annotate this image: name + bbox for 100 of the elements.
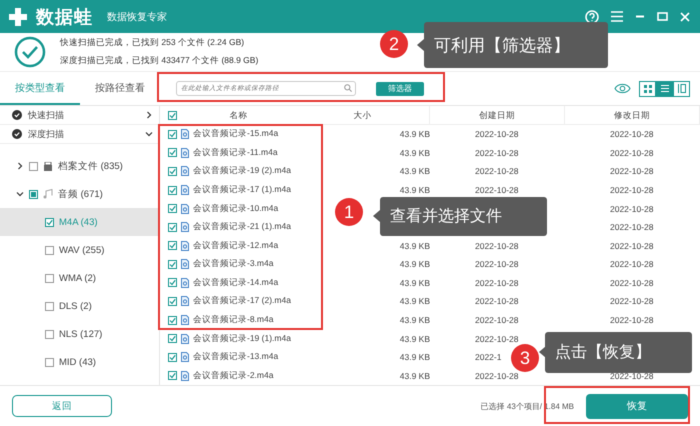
checkbox[interactable] <box>168 241 177 250</box>
app-logo-text: 数据蛙 <box>36 6 93 28</box>
scan-summary-text: 快速扫描已完成，已找到 253 个文件 (2.24 GB) <box>60 37 246 49</box>
checkbox[interactable] <box>168 296 177 306</box>
file-size: 43.9 KB <box>400 315 430 326</box>
modified-date: 2022-10-28 <box>610 166 654 176</box>
checkbox[interactable] <box>168 186 177 195</box>
modified-date: 2022-10-28 <box>610 240 654 251</box>
help-icon[interactable] <box>585 10 599 24</box>
file-name: 会议音频记录-2.m4a <box>193 370 274 382</box>
audio-file-icon <box>181 204 189 214</box>
tree-label: WAV (255) <box>59 244 104 256</box>
tree-label: DLS (2) <box>59 300 92 312</box>
recover-button[interactable]: 恢复 <box>586 394 688 418</box>
tree-label: M4A (43) <box>59 216 98 228</box>
audio-file-icon <box>181 370 189 381</box>
checkbox[interactable] <box>168 111 177 120</box>
maximize-icon[interactable] <box>657 12 668 21</box>
file-size: 43.9 KB <box>400 148 430 158</box>
file-name: 会议音频记录-21 (1).m4a <box>193 221 291 234</box>
checkbox[interactable] <box>168 222 177 232</box>
modified-date: 2022-10-28 <box>610 148 654 158</box>
eye-icon[interactable] <box>614 83 631 94</box>
checkbox[interactable] <box>168 166 177 176</box>
column-header[interactable]: 创建日期 <box>430 106 565 125</box>
archive-icon <box>43 162 53 170</box>
audio-file-icon <box>181 352 189 362</box>
modified-date: 2022-10-28 <box>610 296 654 306</box>
file-name: 会议音频记录-11.m4a <box>193 146 278 159</box>
created-date: 2022-1 <box>475 352 502 362</box>
tree-label: MID (43) <box>59 356 96 368</box>
modified-date: 2022-10-28 <box>610 259 654 270</box>
checkbox[interactable] <box>45 302 54 310</box>
checkbox[interactable] <box>168 316 177 325</box>
search-icon[interactable] <box>344 84 352 92</box>
checkbox[interactable] <box>45 218 54 226</box>
filter-button[interactable]: 筛选器 <box>376 82 424 96</box>
checkbox[interactable] <box>168 204 177 214</box>
modified-date: 2022-10-28 <box>610 222 654 232</box>
created-date: 2022-10-28 <box>475 148 518 158</box>
chevron-down-icon[interactable] <box>145 130 153 138</box>
audio-file-icon <box>181 278 189 288</box>
preview-icon <box>678 84 686 93</box>
file-size: 43.9 KB <box>400 278 430 288</box>
minimize-icon[interactable] <box>635 15 645 18</box>
checkbox[interactable] <box>45 246 54 254</box>
file-name: 会议音频记录-14.m4a <box>193 276 278 289</box>
back-button[interactable]: 返回 <box>12 395 112 417</box>
checkbox[interactable] <box>168 352 177 362</box>
callout-tooltip: 点击【恢复】 <box>545 332 692 373</box>
file-name: 会议音频记录-10.m4a <box>193 202 278 215</box>
chevron-right-icon[interactable] <box>145 111 153 119</box>
created-date: 2022-10-28 <box>475 296 518 306</box>
file-size: 43.9 KB <box>400 334 430 344</box>
scan-label: 深度扫描 <box>28 128 64 140</box>
file-size: 43.9 KB <box>400 166 430 176</box>
file-size: 43.9 KB <box>400 352 430 362</box>
checkbox[interactable] <box>168 334 177 344</box>
chevron-down-icon[interactable] <box>16 190 24 198</box>
file-name: 会议音频记录-13.m4a <box>193 351 278 364</box>
callout-tooltip: 查看并选择文件 <box>380 197 547 236</box>
audio-file-icon <box>181 334 189 344</box>
view-tab[interactable]: 按路径查看 <box>80 72 160 105</box>
checkbox[interactable] <box>45 274 54 282</box>
audio-file-icon <box>181 240 189 251</box>
file-name: 会议音频记录-19 (1).m4a <box>193 332 291 345</box>
modified-date: 2022-10-28 <box>610 204 654 214</box>
checkbox[interactable] <box>168 278 177 288</box>
checkbox[interactable] <box>29 190 38 198</box>
created-date: 2022-10-28 <box>475 370 518 381</box>
checkbox[interactable] <box>29 162 38 170</box>
column-header[interactable]: 名称 <box>181 106 296 125</box>
checkbox[interactable] <box>168 371 177 380</box>
check-circle-icon <box>12 110 22 120</box>
created-date: 2022-10-28 <box>475 278 518 288</box>
view-mode-button[interactable] <box>656 80 673 96</box>
checkbox[interactable] <box>168 148 177 158</box>
created-date: 2022-10-28 <box>475 334 518 344</box>
view-mode-button[interactable] <box>639 80 656 96</box>
close-icon[interactable] <box>680 12 690 22</box>
checkbox[interactable] <box>45 330 54 338</box>
list-icon <box>660 85 668 92</box>
grid-icon <box>644 84 652 92</box>
column-header[interactable]: 修改日期 <box>565 106 700 125</box>
created-date: 2022-10-28 <box>475 166 518 176</box>
checkbox[interactable] <box>168 260 177 269</box>
tree-label: 档案文件 (835) <box>58 160 123 172</box>
menu-icon[interactable] <box>611 11 623 22</box>
column-header[interactable]: 大小 <box>296 106 430 125</box>
checkbox[interactable] <box>45 358 54 366</box>
chevron-right-icon[interactable] <box>16 162 24 170</box>
created-date: 2022-10-28 <box>475 185 518 196</box>
audio-file-icon <box>181 222 189 232</box>
file-size: 43.9 KB <box>400 296 430 306</box>
checkbox[interactable] <box>168 130 177 139</box>
modified-date: 2022-10-28 <box>610 185 654 196</box>
view-mode-button[interactable] <box>673 80 690 96</box>
file-size: 43.9 KB <box>400 129 430 140</box>
step-number: 1 <box>335 198 363 226</box>
audio-file-icon <box>181 166 189 176</box>
